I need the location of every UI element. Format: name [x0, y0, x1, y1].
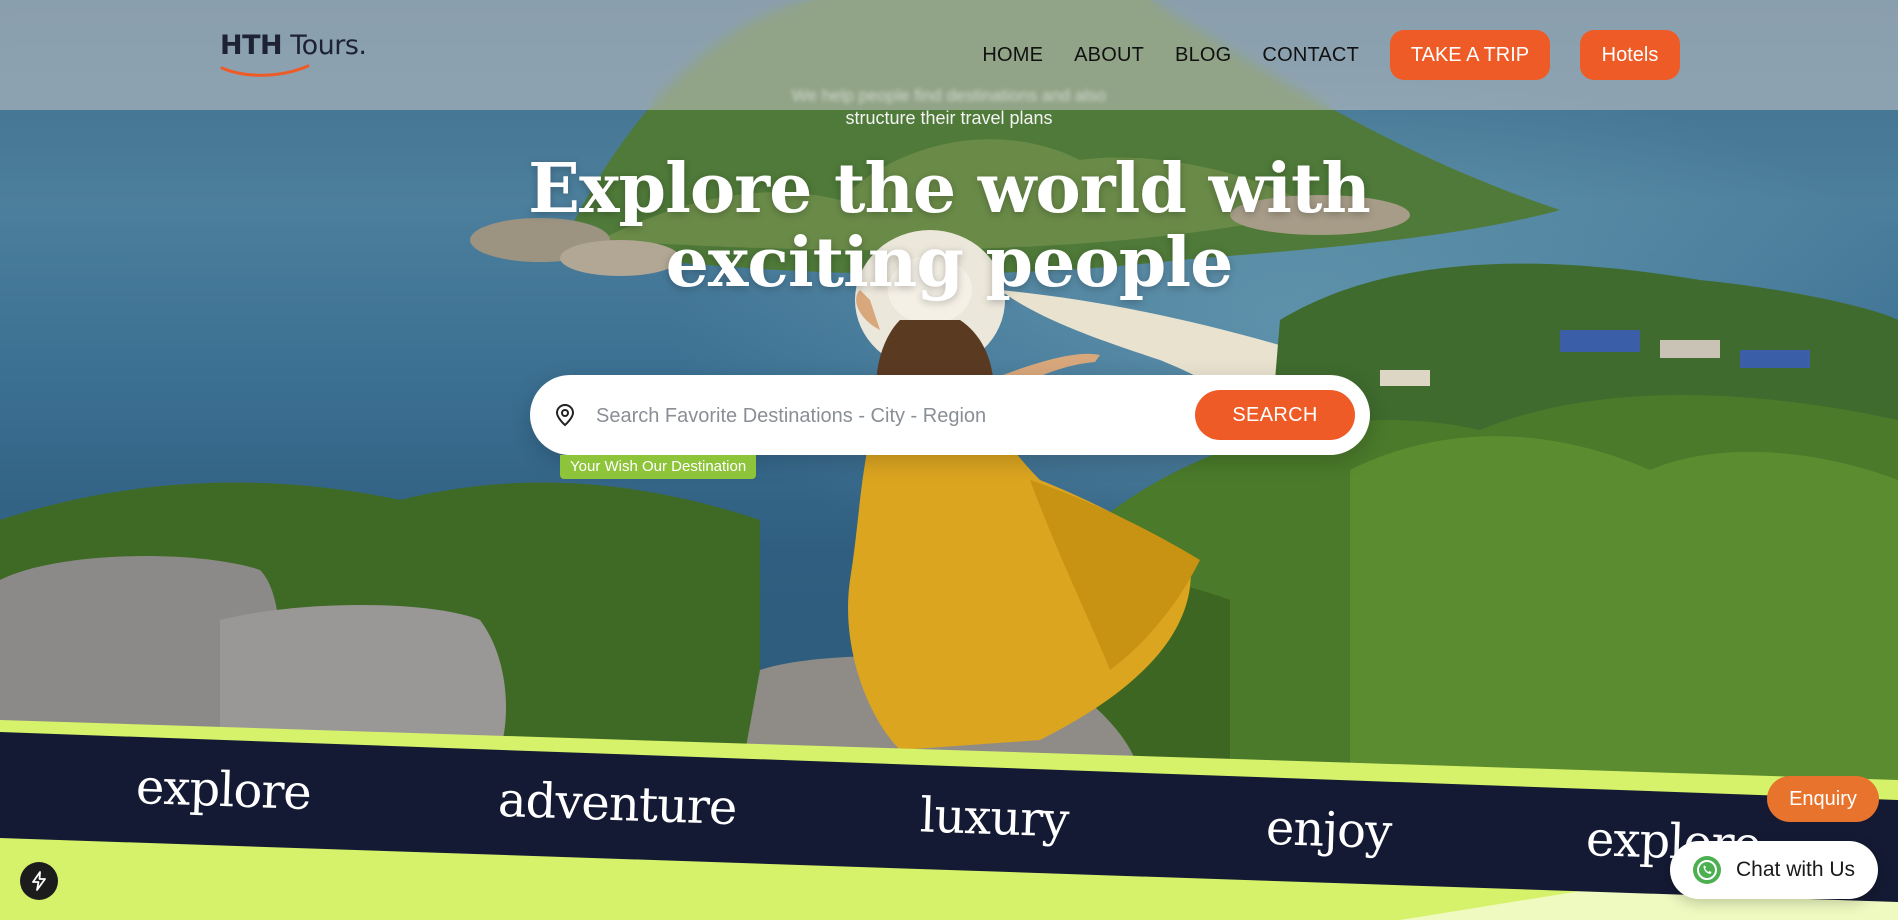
logo-swoosh-icon	[220, 64, 310, 77]
quick-action-button[interactable]	[20, 862, 58, 900]
band-word-adventure: adventure	[497, 771, 738, 837]
enquiry-button[interactable]: Enquiry	[1767, 776, 1879, 822]
hotels-button[interactable]: Hotels	[1580, 30, 1680, 80]
whatsapp-icon	[1693, 856, 1721, 884]
nav-about[interactable]: ABOUT	[1074, 44, 1144, 67]
main-nav: HOME ABOUT BLOG CONTACT TAKE A TRIP Hote…	[982, 30, 1680, 80]
chat-label: Chat with Us	[1736, 858, 1856, 881]
wish-badge: Your Wish Our Destination	[560, 455, 757, 479]
words-band: explore adventure luxury enjoy explore	[0, 720, 1898, 920]
destination-search-box: SEARCH	[530, 375, 1370, 455]
nav-blog[interactable]: BLOG	[1175, 44, 1231, 67]
logo-text: HTH Tours.	[220, 30, 367, 61]
hero-tagline-blurred: We help people find destinations and als…	[791, 86, 1107, 105]
chat-with-us-button[interactable]: Chat with Us	[1670, 841, 1878, 899]
destination-search-input[interactable]	[594, 395, 1178, 437]
band-word-enjoy: enjoy	[1265, 799, 1393, 861]
take-a-trip-button[interactable]: TAKE A TRIP	[1390, 30, 1550, 80]
search-button[interactable]: SEARCH	[1195, 390, 1355, 440]
brand-logo[interactable]: HTH Tours.	[220, 30, 367, 82]
lightning-bolt-icon	[32, 871, 46, 891]
headline-line-1: Explore the world with	[528, 149, 1371, 229]
band-word-explore: explore	[135, 758, 312, 822]
band-word-luxury: luxury	[919, 787, 1070, 849]
location-pin-icon	[555, 403, 575, 427]
hero-headline: Explore the world with exciting people	[0, 152, 1898, 300]
nav-home[interactable]: HOME	[982, 44, 1043, 67]
hero-tagline: structure their travel plans	[845, 108, 1053, 128]
headline-line-2: exciting people	[665, 223, 1234, 303]
nav-contact[interactable]: CONTACT	[1262, 44, 1359, 67]
